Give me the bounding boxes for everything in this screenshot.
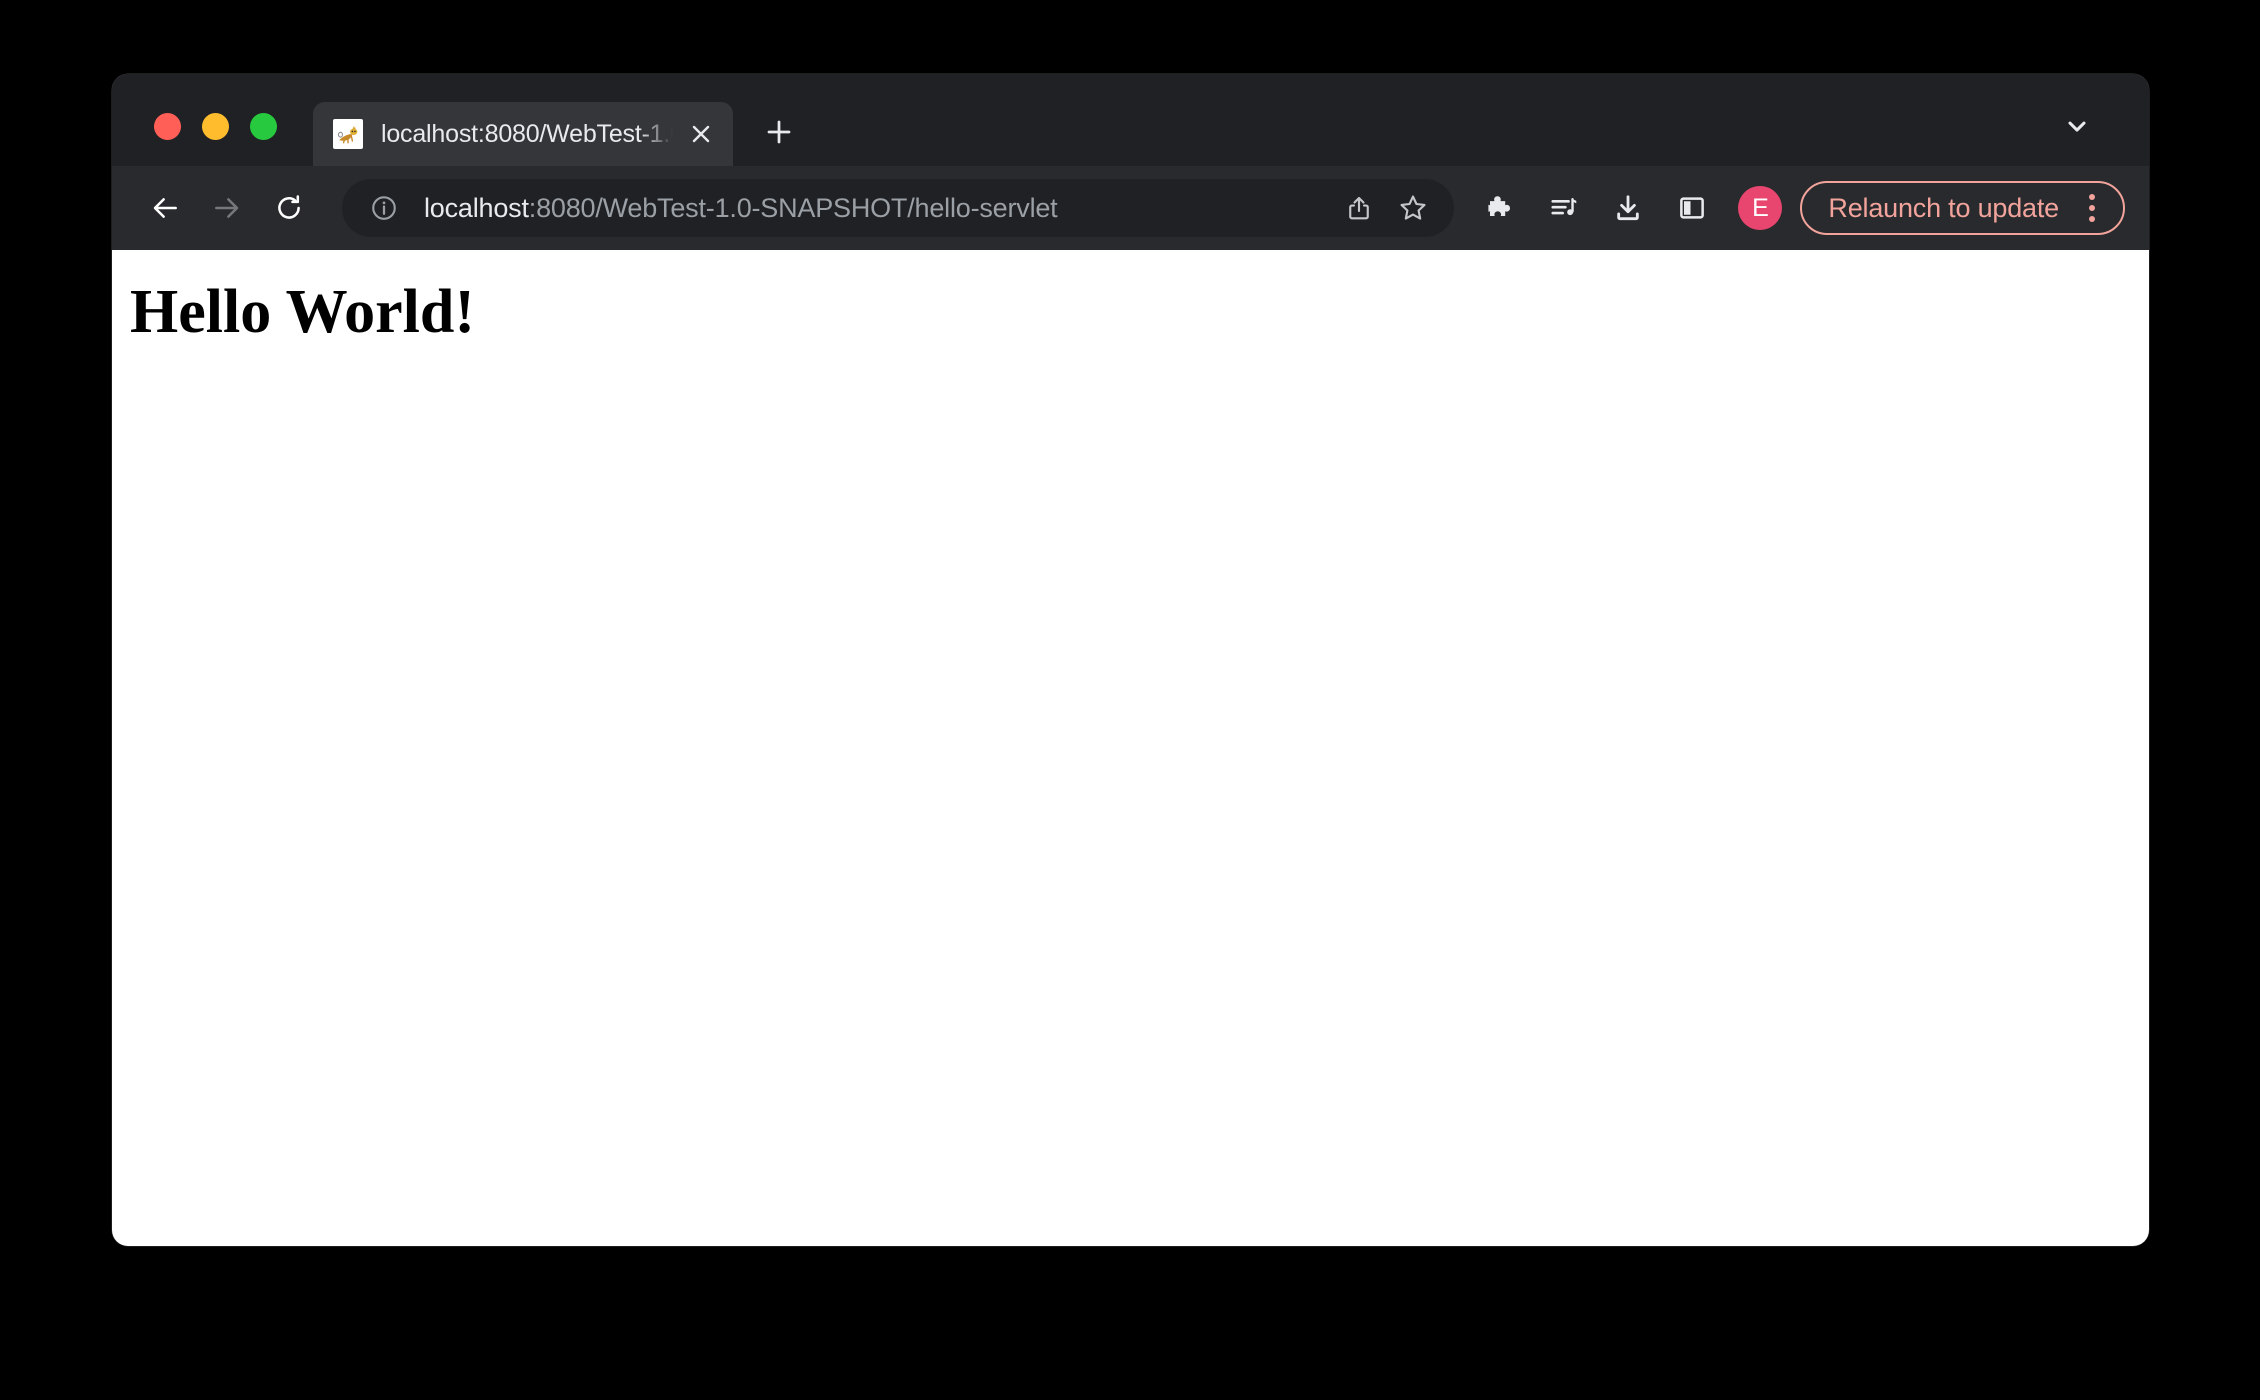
window-close-button[interactable]	[154, 113, 181, 140]
browser-tab[interactable]: localhost:8080/WebTest-1.0-S	[313, 102, 733, 166]
window-minimize-button[interactable]	[202, 113, 229, 140]
profile-avatar[interactable]: E	[1738, 186, 1783, 230]
relaunch-label: Relaunch to update	[1828, 192, 2059, 223]
address-bar-url[interactable]: localhost:8080/WebTest-1.0-SNAPSHOT/hell…	[424, 193, 1332, 224]
url-host: localhost	[424, 192, 529, 223]
three-dots-vertical-icon[interactable]	[2069, 185, 2115, 231]
star-icon[interactable]	[1386, 181, 1440, 235]
tomcat-cat-icon	[333, 119, 363, 149]
window-controls	[112, 113, 277, 166]
tab-close-icon[interactable]	[679, 112, 723, 156]
menu-dot	[2089, 205, 2095, 211]
relaunch-to-update-button[interactable]: Relaunch to update	[1800, 181, 2125, 235]
info-circle-icon[interactable]	[362, 186, 406, 230]
address-bar[interactable]: localhost:8080/WebTest-1.0-SNAPSHOT/hell…	[342, 179, 1455, 237]
page-viewport: Hello World!	[112, 250, 2149, 1246]
chevron-down-icon[interactable]	[2051, 100, 2103, 152]
browser-toolbar: localhost:8080/WebTest-1.0-SNAPSHOT/hell…	[112, 166, 2149, 250]
tab-strip: localhost:8080/WebTest-1.0-S	[112, 74, 2149, 166]
download-icon[interactable]	[1600, 180, 1656, 236]
extensions-button[interactable]	[1472, 180, 1528, 236]
menu-dot	[2089, 194, 2095, 200]
tab-title: localhost:8080/WebTest-1.0-S	[381, 119, 673, 148]
address-bar-actions	[1332, 181, 1440, 235]
page-heading: Hello World!	[130, 278, 476, 346]
forward-button[interactable]	[196, 177, 258, 239]
new-tab-button[interactable]	[751, 104, 807, 160]
browser-window: localhost:8080/WebTest-1.0-S	[112, 74, 2149, 1246]
window-maximize-button[interactable]	[250, 113, 277, 140]
profile-initial: E	[1752, 193, 1769, 222]
url-path: :8080/WebTest-1.0-SNAPSHOT/hello-servlet	[528, 192, 1058, 223]
side-panel-icon[interactable]	[1664, 180, 1720, 236]
back-button[interactable]	[134, 177, 196, 239]
menu-dot	[2089, 216, 2095, 222]
share-icon[interactable]	[1332, 181, 1386, 235]
reload-button[interactable]	[258, 177, 320, 239]
media-playlist-icon[interactable]	[1536, 180, 1592, 236]
